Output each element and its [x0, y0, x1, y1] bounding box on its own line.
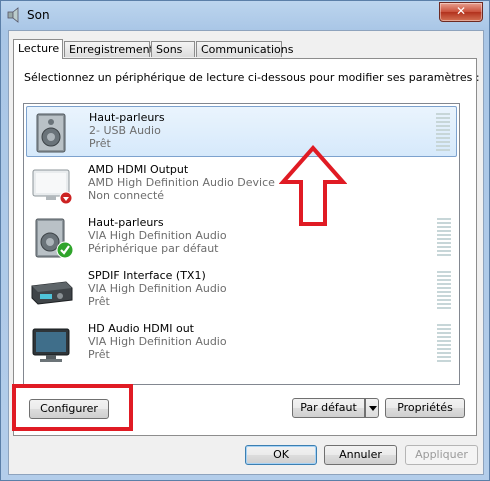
speaker-default-icon: [35, 218, 74, 259]
tab-sons[interactable]: Sons: [151, 41, 195, 57]
device-status: Prêt: [88, 348, 110, 361]
tab-communications[interactable]: Communications: [196, 41, 293, 57]
monitor-icon: [32, 328, 70, 362]
device-name: Haut-parleurs: [89, 111, 165, 124]
window-title: Son: [27, 8, 50, 22]
volume-meter: [437, 218, 451, 258]
device-status: Prêt: [89, 137, 111, 150]
annotation-highlight-box: [12, 384, 133, 431]
device-name: HD Audio HDMI out: [88, 322, 194, 335]
device-status: Prêt: [88, 295, 110, 308]
close-button[interactable]: ✕: [439, 2, 483, 22]
device-description: VIA High Definition Audio: [88, 229, 227, 242]
set-default-button[interactable]: Par défaut: [292, 398, 365, 418]
device-item[interactable]: AMD HDMI Output AMD High Definition Audi…: [26, 159, 457, 210]
device-status: Périphérique par défaut: [88, 242, 219, 255]
device-name: Haut-parleurs: [88, 216, 164, 229]
device-item[interactable]: HD Audio HDMI out VIA High Definition Au…: [26, 318, 457, 369]
device-list[interactable]: Haut-parleurs 2- USB Audio Prêt AMD HDMI…: [23, 103, 460, 385]
device-description: AMD High Definition Audio Device: [88, 176, 275, 189]
properties-button[interactable]: Propriétés: [385, 398, 465, 418]
tab-enregistrement[interactable]: Enregistrement: [64, 41, 154, 57]
device-item[interactable]: SPDIF Interface (TX1) VIA High Definitio…: [26, 265, 457, 316]
apply-button[interactable]: Appliquer: [405, 445, 478, 465]
monitor-disconnected-icon: [32, 169, 73, 205]
volume-meter: [437, 324, 451, 364]
speaker-icon: [36, 113, 66, 153]
device-description: VIA High Definition Audio: [88, 335, 227, 348]
set-default-dropdown-icon[interactable]: [365, 398, 379, 418]
volume-meter: [437, 271, 451, 311]
device-item[interactable]: Haut-parleurs VIA High Definition Audio …: [26, 212, 457, 263]
device-description: 2- USB Audio: [89, 124, 161, 137]
title-bar[interactable]: Son ✕: [1, 1, 489, 29]
annotation-up-arrow: [279, 145, 347, 226]
spdif-receiver-icon: [31, 281, 73, 305]
speaker-title-icon: [7, 7, 19, 23]
ok-button[interactable]: OK: [245, 445, 317, 465]
instruction-text: Sélectionnez un périphérique de lecture …: [24, 71, 480, 84]
device-name: SPDIF Interface (TX1): [88, 269, 206, 282]
tab-lecture[interactable]: Lecture: [13, 39, 63, 59]
device-item[interactable]: Haut-parleurs 2- USB Audio Prêt: [26, 106, 457, 157]
device-status: Non connecté: [88, 189, 165, 202]
volume-meter: [436, 113, 450, 153]
device-name: AMD HDMI Output: [88, 163, 189, 176]
tab-panel-lecture: Sélectionnez un périphérique de lecture …: [13, 58, 480, 436]
cancel-button[interactable]: Annuler: [324, 445, 397, 465]
device-description: VIA High Definition Audio: [88, 282, 227, 295]
